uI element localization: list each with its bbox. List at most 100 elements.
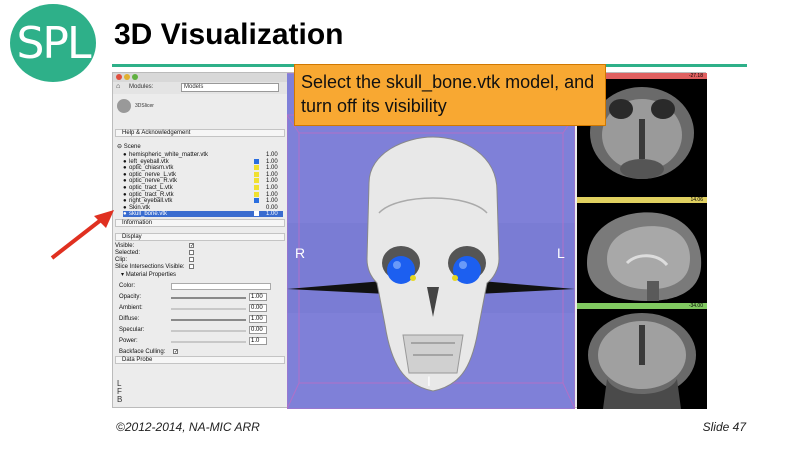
- coord-b: B: [117, 395, 123, 404]
- model-row[interactable]: ● optic_nerve_R.vtk 1.00: [123, 178, 283, 184]
- slicer-logo-icon: [117, 99, 131, 113]
- close-dot-icon[interactable]: [116, 74, 122, 80]
- model-opacity[interactable]: 1.00: [266, 165, 278, 171]
- slicer-brand: 3DSlicer: [135, 103, 154, 109]
- spl-logo: SPL: [10, 4, 96, 82]
- sagittal-slice-view[interactable]: [577, 203, 707, 303]
- ambient-slider[interactable]: [171, 308, 246, 310]
- model-row[interactable]: ● skull_bone.vtk 1.00: [123, 211, 283, 218]
- minimize-dot-icon[interactable]: [124, 74, 130, 80]
- window-titlebar: [113, 73, 287, 82]
- model-name: skull_bone.vtk: [129, 211, 168, 218]
- modules-label: Modules:: [129, 84, 154, 90]
- zoom-dot-icon[interactable]: [132, 74, 138, 80]
- model-color-swatch[interactable]: [254, 165, 259, 171]
- selected-checkbox[interactable]: [189, 250, 194, 255]
- clip-checkbox[interactable]: [189, 257, 194, 262]
- model-row[interactable]: ● optic_chiasm.vtk 1.00: [123, 165, 283, 171]
- model-name: optic_tract_R.vtk: [129, 191, 174, 198]
- slice-intersections-label: Slice Intersections Visible:: [115, 264, 185, 270]
- eye-icon[interactable]: ●: [123, 152, 127, 158]
- ambient-spinbox[interactable]: 0.00: [249, 304, 267, 312]
- model-color-swatch[interactable]: [254, 152, 259, 157]
- model-opacity[interactable]: 1.00: [266, 185, 278, 191]
- coronal-slice-view[interactable]: [577, 309, 707, 409]
- model-color-swatch[interactable]: [254, 185, 259, 190]
- model-opacity[interactable]: 1.00: [266, 152, 278, 158]
- opacity-spinbox[interactable]: 1.00: [249, 293, 267, 301]
- specular-spinbox[interactable]: 0.00: [249, 326, 267, 334]
- section-data-probe[interactable]: Data Probe: [115, 356, 285, 364]
- model-color-swatch[interactable]: [254, 178, 259, 184]
- model-name: left_eyeball.vtk: [129, 158, 169, 165]
- model-opacity[interactable]: 1.00: [266, 192, 278, 198]
- model-name: Skin.vtk: [129, 204, 151, 211]
- orientation-i-label: I: [427, 373, 431, 389]
- model-row[interactable]: ● optic_nerve_L.vtk 1.00: [123, 171, 283, 178]
- model-name: optic_chiasm.vtk: [129, 165, 174, 172]
- model-opacity[interactable]: 0.00: [266, 205, 278, 211]
- eye-icon[interactable]: ●: [123, 198, 127, 204]
- ambient-label: Ambient:: [119, 305, 143, 311]
- model-row[interactable]: ● right_eyeball.vtk 1.00: [123, 198, 283, 204]
- model-color-swatch[interactable]: [254, 198, 259, 204]
- model-row[interactable]: ● optic_tract_R.vtk 1.00: [123, 191, 283, 198]
- eye-icon[interactable]: ●: [123, 192, 127, 198]
- visible-checkbox[interactable]: ✓: [189, 243, 194, 249]
- backface-label: Backface Culling:: [119, 349, 166, 355]
- eye-icon[interactable]: ●: [123, 205, 127, 211]
- selected-label: Selected:: [115, 250, 141, 256]
- model-name: optic_tract_L.vtk: [129, 185, 173, 191]
- eye-icon[interactable]: ●: [123, 159, 127, 165]
- opacity-label: Opacity:: [119, 294, 142, 300]
- model-row[interactable]: ● left_eyeball.vtk 1.00: [123, 158, 283, 165]
- section-display[interactable]: Display: [115, 233, 285, 241]
- model-color-swatch[interactable]: [254, 211, 259, 217]
- specular-slider[interactable]: [171, 330, 246, 332]
- model-name: optic_nerve_R.vtk: [129, 178, 178, 185]
- model-opacity[interactable]: 1.00: [266, 159, 278, 165]
- slice-intersections-checkbox[interactable]: [189, 264, 194, 269]
- backface-checkbox[interactable]: ✓: [173, 349, 178, 355]
- model-opacity[interactable]: 1.00: [266, 172, 278, 178]
- instruction-callout: Select the skull_bone.vtk model, and tur…: [294, 64, 606, 126]
- model-color-swatch[interactable]: [254, 171, 259, 177]
- orientation-l-label: L: [557, 245, 565, 261]
- diffuse-spinbox[interactable]: 1.00: [249, 315, 267, 323]
- model-name: right_eyeball.vtk: [129, 198, 173, 205]
- color-label: Color:: [119, 283, 136, 289]
- model-row[interactable]: ● hemispheric_white_matter.vtk 1.00: [123, 152, 283, 158]
- copyright: ©2012-2014, NA-MIC ARR: [116, 420, 260, 434]
- module-selector[interactable]: Models: [181, 83, 279, 92]
- model-color-swatch[interactable]: [254, 205, 259, 210]
- model-color-swatch[interactable]: [254, 191, 259, 197]
- opacity-slider[interactable]: [171, 297, 246, 299]
- section-information[interactable]: Information: [115, 219, 285, 227]
- model-opacity[interactable]: 1.00: [266, 198, 278, 204]
- diffuse-label: Diffuse:: [119, 316, 140, 322]
- eye-icon[interactable]: ●: [123, 178, 127, 184]
- color-picker[interactable]: [171, 283, 271, 290]
- material-properties-label[interactable]: ▾ Material Properties: [121, 271, 176, 278]
- home-icon[interactable]: ⌂: [116, 83, 120, 90]
- eye-icon[interactable]: ●: [123, 211, 127, 217]
- eye-icon[interactable]: ●: [123, 165, 127, 171]
- power-spinbox[interactable]: 1.0: [249, 337, 267, 345]
- model-opacity[interactable]: 1.00: [266, 178, 278, 184]
- model-color-swatch[interactable]: [254, 158, 259, 164]
- pointer-arrow: [50, 210, 114, 260]
- scene-label: ⊖ Scene: [117, 144, 141, 150]
- model-name: optic_nerve_L.vtk: [129, 171, 177, 178]
- model-opacity[interactable]: 1.00: [266, 211, 278, 217]
- power-label: Power:: [119, 338, 138, 344]
- section-help[interactable]: Help & Acknowledgement: [115, 129, 285, 137]
- model-row[interactable]: ● Skin.vtk 0.00: [123, 205, 283, 211]
- power-slider[interactable]: [171, 341, 246, 343]
- eye-icon[interactable]: ●: [123, 185, 127, 191]
- eye-icon[interactable]: ●: [123, 172, 127, 178]
- model-row[interactable]: ● optic_tract_L.vtk 1.00: [123, 185, 283, 191]
- diffuse-slider[interactable]: [171, 319, 246, 321]
- specular-label: Specular:: [119, 327, 145, 333]
- slide-title: 3D Visualization: [114, 18, 344, 51]
- slide-number: Slide 47: [702, 420, 746, 434]
